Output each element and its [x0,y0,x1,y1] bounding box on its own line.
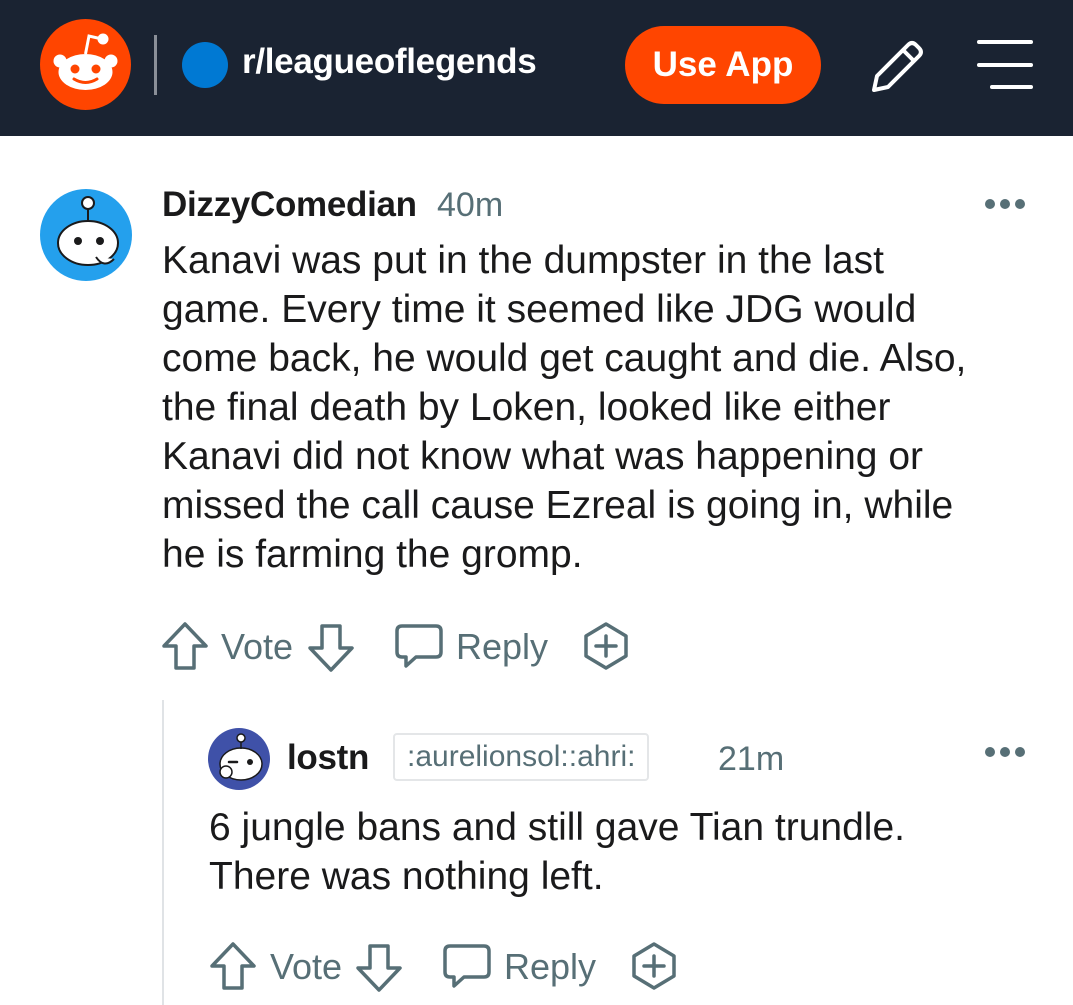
comment-line: Kanavi was put in the dumpster in the la… [162,239,884,282]
reply-icon[interactable] [442,942,492,990]
comment-author[interactable]: lostn [287,738,369,778]
vote-label: Vote [221,626,294,667]
comment-line: There was nothing left. [209,855,604,898]
comment-time: 40m [437,186,504,224]
menu-icon[interactable] [974,36,1036,96]
comment-author[interactable]: DizzyComedian [162,185,417,225]
user-flair: :aurelionsol::ahri: [393,733,650,781]
downvote-icon[interactable] [354,942,404,994]
avatar-icon[interactable] [40,189,132,281]
comment-line: Kanavi did not know what was happening o… [162,435,923,478]
comment-time: 21m [718,740,785,778]
comment-line: he is farming the gromp. [162,533,583,576]
downvote-icon[interactable] [306,622,356,674]
upvote-icon[interactable] [160,620,210,672]
award-icon[interactable] [628,940,680,992]
use-app-button[interactable]: Use App [625,26,821,104]
avatar-icon[interactable] [208,728,270,790]
comment-body: 6 jungle bans and still gave Tian trundl… [209,803,905,901]
comment-line: come back, he would get caught and die. … [162,337,967,380]
comment-body: Kanavi was put in the dumpster in the la… [162,236,966,579]
header-divider [154,35,157,95]
vote-label: Vote [270,946,343,987]
more-options-icon[interactable] [983,197,1027,211]
comment-line: game. Every time it seemed like JDG woul… [162,288,917,331]
reddit-logo-icon[interactable] [40,19,131,110]
reply-button[interactable]: Reply [504,946,596,988]
subreddit-name[interactable]: r/leagueoflegends [242,42,537,82]
reply-button[interactable]: Reply [456,626,548,668]
thread-line[interactable] [162,700,164,1005]
subreddit-icon[interactable] [182,42,228,88]
more-options-icon[interactable] [983,745,1027,759]
upvote-icon[interactable] [208,940,258,992]
reply-icon[interactable] [394,622,444,670]
comment-line: 6 jungle bans and still gave Tian trundl… [209,806,905,849]
pencil-icon[interactable] [866,36,928,98]
comment-line: the final death by Loken, looked like ei… [162,386,891,429]
comment-line: missed the call cause Ezreal is going in… [162,484,954,527]
award-icon[interactable] [580,620,632,672]
top-bar: r/leagueoflegends Use App [0,0,1073,136]
